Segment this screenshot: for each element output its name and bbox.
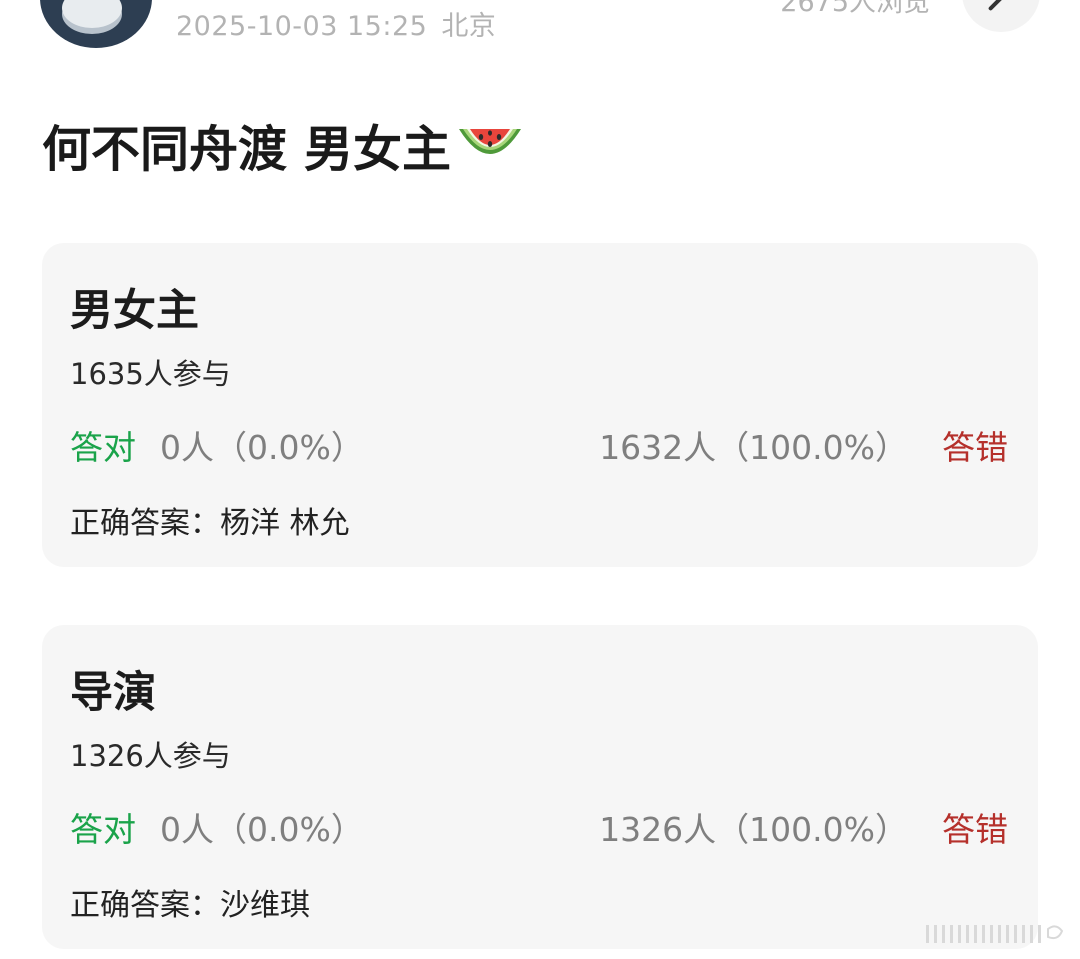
quiz-card[interactable]: 男女主 1635人参与 答对 0人（0.0%） 1632人（100.0%） 答错…: [42, 243, 1038, 567]
wrong-count: 1326人（100.0%）: [599, 810, 908, 849]
avatar-figure: [62, 0, 122, 28]
view-count: 2675人浏览: [780, 0, 930, 18]
quiz-participants: 1326人参与: [70, 739, 231, 773]
correct-label: 答对: [70, 428, 136, 467]
correct-count: 0人（0.0%）: [160, 428, 364, 467]
avatar[interactable]: [40, 0, 152, 48]
correct-count: 0人（0.0%）: [160, 810, 364, 849]
more-button[interactable]: [962, 0, 1040, 32]
watermelon-icon: [459, 128, 522, 154]
wrong-label: 答错: [942, 810, 1008, 849]
quiz-card[interactable]: 导演 1326人参与 答对 0人（0.0%） 1326人（100.0%） 答错 …: [42, 625, 1038, 949]
quiz-title: 导演: [70, 668, 156, 718]
post-title: 何不同舟渡 男女主: [42, 110, 525, 181]
quiz-participants: 1635人参与: [70, 357, 231, 391]
weibo-watermark-icon: [926, 925, 1064, 943]
wrong-label: 答错: [942, 428, 1008, 467]
post-header: 2025-10-03 15:25 北京 2675人浏览: [0, 0, 1080, 60]
quiz-title: 男女主: [70, 286, 199, 336]
correct-answer: 正确答案：沙维琪: [70, 888, 310, 923]
correct-label: 答对: [70, 810, 136, 849]
correct-answer: 正确答案：杨洋 林允: [70, 506, 350, 541]
more-icon: [987, 0, 1007, 12]
quiz-result-row: 答对 0人（0.0%） 1326人（100.0%） 答错: [70, 803, 1008, 849]
post-title-text: 何不同舟渡 男女主: [42, 121, 452, 178]
wrong-count: 1632人（100.0%）: [599, 428, 908, 467]
quiz-result-row: 答对 0人（0.0%） 1632人（100.0%） 答错: [70, 421, 1008, 467]
post-meta: 2025-10-03 15:25 北京: [176, 4, 496, 43]
post-datetime: 2025-10-03 15:25: [176, 11, 428, 42]
post-location: 北京: [441, 11, 497, 42]
